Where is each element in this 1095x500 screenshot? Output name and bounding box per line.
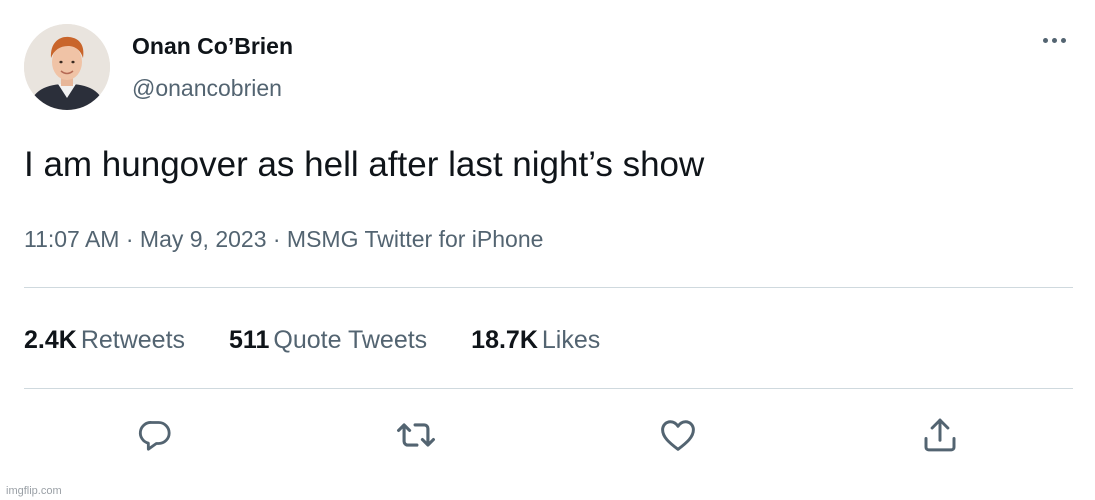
retweet-icon: [397, 423, 435, 447]
avatar[interactable]: [24, 24, 110, 110]
more-options-button[interactable]: [1034, 28, 1074, 52]
retweet-button[interactable]: [394, 413, 438, 457]
tweet-meta: 11:07 AM · May 9, 2023 · MSMG Twitter fo…: [24, 226, 544, 252]
more-dot-icon: [1042, 37, 1048, 43]
engagement-stats: 2.4K Retweets 511 Quote Tweets 18.7K Likes: [24, 326, 600, 355]
quote-tweets-stat[interactable]: 511 Quote Tweets: [229, 326, 427, 355]
more-dot-icon: [1051, 37, 1057, 43]
display-name[interactable]: Onan Co’Brien: [132, 33, 293, 60]
likes-label: Likes: [541, 326, 601, 354]
retweets-stat[interactable]: 2.4K Retweets: [24, 326, 185, 355]
share-icon: [924, 418, 956, 452]
quote-tweets-count: 511: [229, 326, 270, 354]
divider: [24, 287, 1073, 288]
more-dot-icon: [1060, 37, 1066, 43]
like-button[interactable]: [656, 413, 700, 457]
user-handle[interactable]: @onancobrien: [132, 75, 282, 102]
watermark: imgflip.com: [6, 485, 62, 497]
likes-count: 18.7K: [471, 326, 538, 354]
retweets-label: Retweets: [80, 326, 186, 354]
tweet-text: I am hungover as hell after last night’s…: [24, 145, 705, 184]
user-avatar-photo-icon: [24, 24, 110, 110]
retweets-count: 2.4K: [24, 326, 77, 354]
share-button[interactable]: [918, 413, 962, 457]
quote-tweets-label: Quote Tweets: [273, 326, 428, 354]
divider: [24, 388, 1073, 389]
likes-stat[interactable]: 18.7K Likes: [471, 326, 600, 355]
reply-icon: [138, 421, 171, 451]
reply-button[interactable]: [133, 413, 177, 457]
like-icon: [661, 420, 695, 451]
